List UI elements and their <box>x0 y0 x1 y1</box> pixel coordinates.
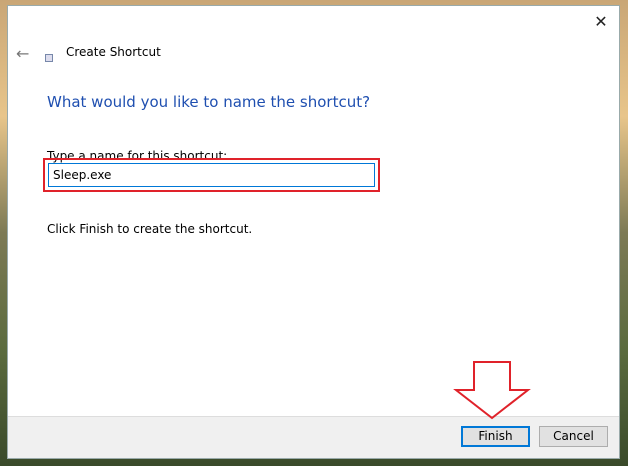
down-arrow-annotation-icon <box>453 361 531 420</box>
